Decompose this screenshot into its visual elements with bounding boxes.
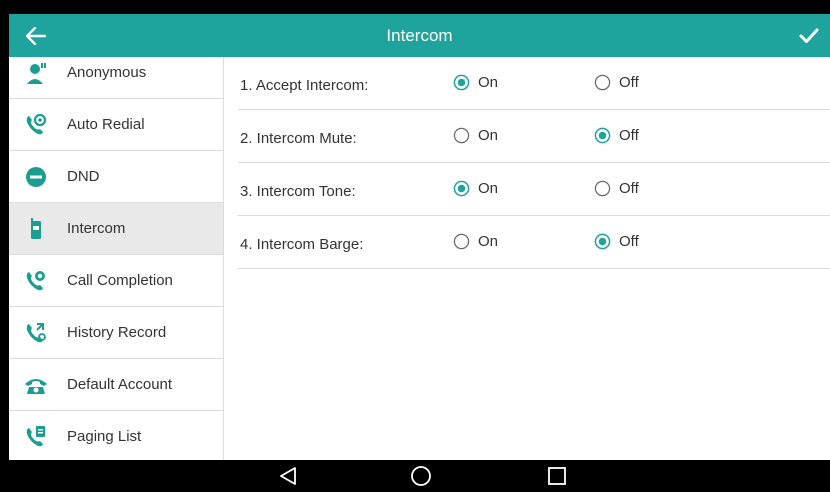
sidebar-item-auto-redial[interactable]: Auto Redial [9, 99, 223, 151]
history-record-icon [21, 318, 51, 348]
circle-home-icon [411, 466, 431, 486]
paging-list-icon [21, 422, 51, 452]
setting-row-intercom-mute: 2. Intercom Mute: On Off [238, 110, 830, 163]
phone-screen: Intercom Anonymous Auto Redial DND Inter… [9, 14, 830, 460]
setting-label: 1. Accept Intercom: [240, 77, 369, 94]
checkmark-icon [799, 28, 819, 43]
nav-back-button[interactable] [276, 465, 300, 487]
setting-row-accept-intercom: 1. Accept Intercom: On Off [238, 57, 830, 110]
square-recents-icon [548, 467, 566, 485]
sidebar-item-dnd[interactable]: DND [9, 151, 223, 203]
radio-unchecked-icon [594, 180, 611, 197]
setting-label: 3. Intercom Tone: [240, 183, 356, 200]
sidebar-item-call-completion[interactable]: Call Completion [9, 255, 223, 307]
intercom-mute-on-radio[interactable]: On [453, 127, 498, 144]
nav-home-button[interactable] [409, 465, 433, 487]
settings-panel: 1. Accept Intercom: On Off 2. Intercom M… [238, 57, 830, 460]
sidebar: Anonymous Auto Redial DND Intercom Call … [9, 57, 224, 460]
sidebar-item-label: Intercom [67, 220, 126, 237]
page-title: Intercom [386, 26, 453, 45]
sidebar-item-label: Default Account [67, 376, 173, 393]
radio-label: On [478, 233, 499, 250]
radio-label: Off [619, 127, 639, 144]
radio-label: On [478, 74, 499, 91]
intercom-icon [21, 214, 51, 244]
intercom-tone-off-radio[interactable]: Off [594, 180, 639, 197]
radio-checked-icon [594, 127, 611, 144]
radio-label: On [478, 127, 499, 144]
radio-checked-icon [594, 233, 611, 250]
anonymous-icon [21, 58, 51, 88]
radio-checked-icon [453, 180, 470, 197]
sidebar-item-label: Paging List [67, 428, 142, 445]
intercom-mute-off-radio[interactable]: Off [594, 127, 639, 144]
sidebar-item-paging-list[interactable]: Paging List [9, 411, 223, 460]
radio-label: Off [619, 180, 639, 197]
sidebar-item-intercom[interactable]: Intercom [9, 203, 223, 255]
save-button[interactable] [796, 23, 822, 49]
radio-label: Off [619, 233, 639, 250]
radio-unchecked-icon [453, 127, 470, 144]
auto-redial-icon [21, 110, 51, 140]
intercom-barge-on-radio[interactable]: On [453, 233, 498, 250]
intercom-tone-on-radio[interactable]: On [453, 180, 498, 197]
sidebar-item-label: DND [67, 168, 100, 185]
radio-unchecked-icon [453, 233, 470, 250]
sidebar-item-history-record[interactable]: History Record [9, 307, 223, 359]
nav-recents-button[interactable] [545, 465, 569, 487]
setting-row-intercom-tone: 3. Intercom Tone: On Off [238, 163, 830, 216]
accept-intercom-on-radio[interactable]: On [453, 74, 498, 91]
setting-row-intercom-barge: 4. Intercom Barge: On Off [238, 216, 830, 269]
system-nav-bar [0, 460, 830, 492]
sidebar-item-label: Anonymous [67, 64, 147, 81]
radio-label: On [478, 180, 499, 197]
setting-label: 2. Intercom Mute: [240, 130, 357, 147]
accept-intercom-off-radio[interactable]: Off [594, 74, 639, 91]
sidebar-item-label: History Record [67, 324, 167, 341]
radio-label: Off [619, 74, 639, 91]
setting-label: 4. Intercom Barge: [240, 236, 364, 253]
radio-unchecked-icon [594, 74, 611, 91]
sidebar-item-default-account[interactable]: Default Account [9, 359, 223, 411]
default-account-icon [21, 370, 51, 400]
dnd-icon [21, 162, 51, 192]
sidebar-item-label: Auto Redial [67, 116, 145, 133]
triangle-back-icon [280, 467, 296, 485]
sidebar-item-label: Call Completion [67, 272, 173, 289]
sidebar-item-anonymous[interactable]: Anonymous [9, 57, 223, 99]
radio-checked-icon [453, 74, 470, 91]
intercom-barge-off-radio[interactable]: Off [594, 233, 639, 250]
call-completion-icon [21, 266, 51, 296]
title-bar: Intercom [9, 14, 830, 57]
